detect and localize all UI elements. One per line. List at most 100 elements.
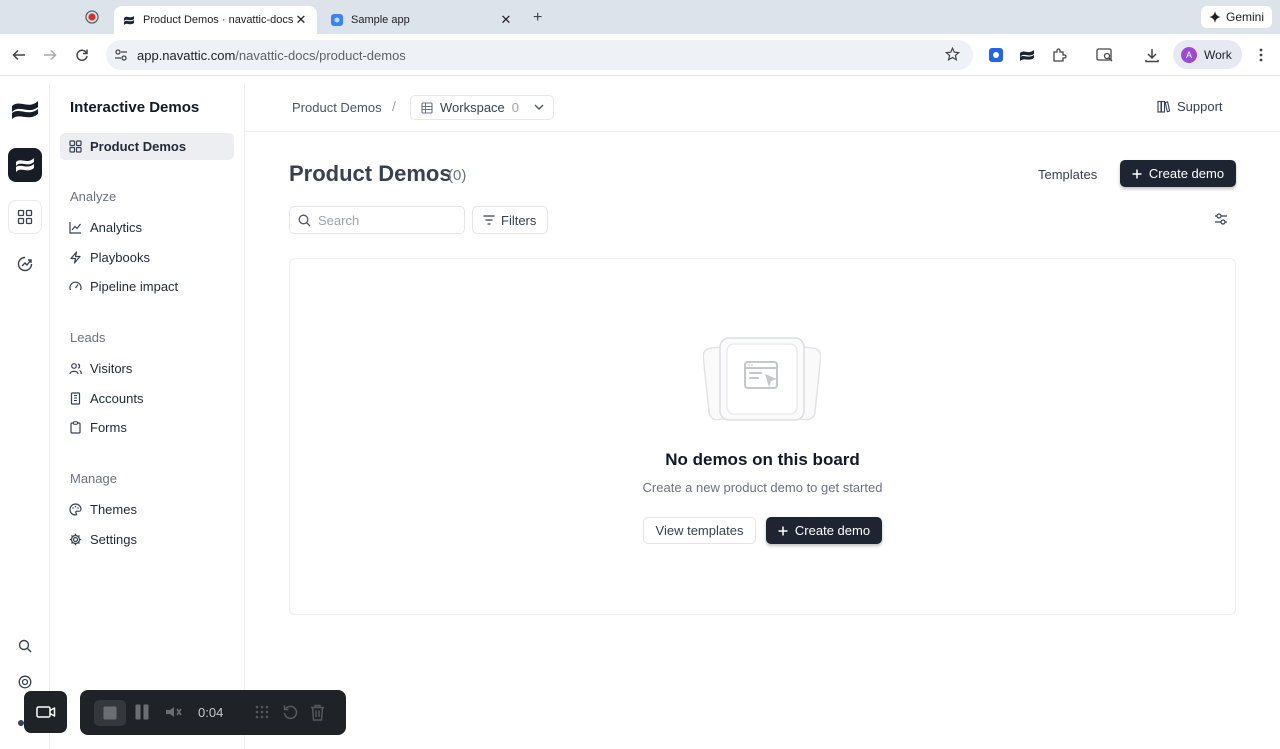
extension-puzzle-blue-icon[interactable] — [986, 45, 1006, 65]
table-icon — [421, 101, 433, 114]
workspace-brand-button[interactable] — [8, 148, 42, 182]
templates-button[interactable]: Templates — [1038, 167, 1097, 182]
filters-button[interactable]: Filters — [472, 206, 548, 234]
users-icon — [69, 362, 82, 375]
mute-icon[interactable] — [165, 706, 183, 718]
view-templates-button[interactable]: View templates — [643, 517, 756, 544]
sidebar-item-pipeline-impact[interactable]: Pipeline impact — [60, 273, 234, 300]
trash-icon[interactable] — [310, 704, 325, 721]
download-icon[interactable] — [1142, 45, 1162, 65]
chevron-down-icon — [534, 103, 544, 111]
demos-grid-button[interactable] — [8, 200, 42, 234]
camera-toggle-button[interactable] — [24, 691, 67, 733]
line-chart-icon — [69, 221, 82, 234]
browser-toolbar: app.navattic.com/navattic-docs/product-d… — [0, 34, 1280, 76]
profile-label: Work — [1204, 47, 1232, 62]
recording-indicator-icon — [84, 9, 100, 25]
gemini-button[interactable]: Gemini — [1200, 6, 1272, 28]
sample-app-favicon-icon — [330, 13, 344, 27]
reload-icon[interactable] — [72, 45, 92, 65]
tab-sample-app[interactable]: Sample app ✕ — [322, 6, 522, 34]
analytics-rail-button[interactable] — [8, 247, 42, 281]
lightning-icon — [69, 251, 82, 264]
grid-icon — [69, 140, 82, 153]
close-tab-icon[interactable]: ✕ — [498, 12, 514, 28]
filters-label: Filters — [501, 212, 537, 228]
search-rail-button[interactable] — [8, 629, 42, 663]
breadcrumb[interactable]: Product Demos — [292, 100, 382, 115]
tab-title: Sample app — [351, 14, 410, 26]
books-icon — [1157, 100, 1170, 113]
sidebar-section-leads: Leads — [70, 330, 106, 345]
site-info-icon[interactable] — [114, 48, 128, 62]
close-tab-icon[interactable]: ✕ — [293, 12, 309, 28]
pause-icon[interactable] — [135, 704, 149, 720]
building-icon — [69, 392, 82, 405]
sidebar-item-label: Themes — [90, 502, 137, 517]
sidebar-item-visitors[interactable]: Visitors — [60, 355, 234, 382]
profile-chip[interactable]: A Work — [1173, 40, 1242, 69]
back-arrow-icon[interactable] — [9, 45, 29, 65]
navattic-extension-icon[interactable] — [1017, 45, 1037, 65]
bookmark-star-icon[interactable] — [945, 47, 960, 62]
lifebuoy-icon — [18, 675, 32, 689]
sidebar-item-label: Playbooks — [90, 250, 150, 265]
filter-icon — [483, 215, 495, 225]
create-demo-button[interactable]: Create demo — [1120, 160, 1236, 187]
sidebar-section-analyze: Analyze — [70, 189, 117, 204]
palette-icon — [69, 503, 82, 516]
navattic-brand-icon — [15, 156, 35, 174]
empty-board-illustration-icon — [703, 335, 821, 423]
sidebar-item-themes[interactable]: Themes — [60, 496, 234, 523]
page-title: Product Demos — [289, 161, 452, 186]
tab-product-demos[interactable]: Product Demos · navattic-docs ✕ — [114, 6, 317, 34]
sidebar-item-settings[interactable]: Settings — [60, 526, 234, 553]
restart-icon[interactable] — [282, 704, 298, 720]
navattic-favicon-icon — [122, 13, 136, 27]
stop-recording-button[interactable] — [94, 700, 126, 726]
sidebar-title: Interactive Demos — [70, 99, 200, 116]
sidebar-item-accounts[interactable]: Accounts — [60, 385, 234, 412]
empty-state-card — [289, 258, 1236, 615]
sidebar: Interactive Demos Product Demos Analyze … — [50, 83, 245, 749]
support-label: Support — [1177, 99, 1223, 114]
sidebar-item-forms[interactable]: Forms — [60, 414, 234, 441]
tab-title: Product Demos · navattic-docs — [143, 14, 293, 26]
workspace-count: 0 — [511, 100, 520, 115]
gauge-icon — [69, 280, 82, 293]
sidebar-item-label: Settings — [90, 532, 137, 547]
support-button[interactable]: Support — [1157, 99, 1223, 114]
gemini-sparkle-icon — [1208, 11, 1221, 23]
video-camera-icon — [35, 705, 56, 719]
address-bar[interactable]: app.navattic.com/navattic-docs/product-d… — [106, 40, 973, 70]
sidebar-item-product-demos[interactable]: Product Demos — [60, 133, 234, 160]
extensions-puzzle-icon[interactable] — [1049, 45, 1069, 65]
sidebar-item-label: Visitors — [90, 361, 133, 376]
view-settings-sliders-icon[interactable] — [1214, 212, 1228, 226]
create-demo-label: Create demo — [1148, 166, 1225, 181]
grid-dots-icon[interactable] — [254, 704, 270, 720]
chart-circle-icon — [16, 255, 34, 273]
navattic-logo-icon[interactable] — [11, 98, 39, 122]
clipboard-icon — [69, 421, 82, 434]
tab-search-icon[interactable] — [1095, 45, 1115, 65]
sidebar-item-analytics[interactable]: Analytics — [60, 214, 234, 241]
empty-state-title: No demos on this board — [665, 450, 860, 469]
url-text: app.navattic.com/navattic-docs/product-d… — [137, 47, 406, 63]
new-tab-icon[interactable]: + — [533, 9, 542, 27]
empty-create-demo-button[interactable]: Create demo — [766, 517, 882, 544]
more-menu-icon[interactable] — [1251, 45, 1271, 65]
sidebar-item-playbooks[interactable]: Playbooks — [60, 244, 234, 271]
create-demo-label: Create demo — [794, 523, 871, 538]
forward-arrow-icon[interactable] — [40, 45, 60, 65]
search-field[interactable] — [289, 206, 465, 234]
plus-icon — [1132, 169, 1142, 179]
workspace-label: Workspace — [440, 100, 505, 115]
search-input[interactable] — [318, 212, 458, 228]
sidebar-item-label: Forms — [90, 420, 127, 435]
avatar: A — [1181, 46, 1197, 63]
plus-icon — [778, 526, 788, 536]
gemini-label: Gemini — [1225, 10, 1264, 24]
sidebar-item-label: Accounts — [90, 391, 144, 406]
workspace-selector[interactable]: Workspace 0 — [410, 95, 554, 120]
